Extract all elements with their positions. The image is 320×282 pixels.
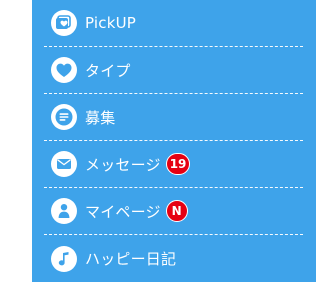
person-icon — [51, 198, 77, 224]
menu-item-pickup[interactable]: PickUP — [44, 0, 303, 47]
side-menu: PickUP タイプ 募集 メッセージ 19 マイページ N ハッピー日記 — [32, 0, 316, 282]
menu-item-label: メッセージ — [85, 155, 161, 174]
menu-item-label: タイプ — [85, 61, 131, 80]
heart-icon — [51, 57, 77, 83]
new-badge: N — [165, 200, 188, 222]
menu-item-label: ハッピー日記 — [85, 250, 177, 268]
side-menu-panel: PickUP タイプ 募集 メッセージ 19 マイページ N ハッピー日記 — [32, 0, 316, 282]
menu-item-mypage[interactable]: マイページ N — [44, 188, 303, 235]
menu-item-type[interactable]: タイプ — [44, 47, 303, 94]
lines-icon — [51, 104, 77, 130]
menu-item-label: マイページ — [85, 202, 161, 221]
menu-item-recruit[interactable]: 募集 — [44, 94, 303, 141]
envelope-icon — [51, 151, 77, 177]
menu-item-happy-diary[interactable]: ハッピー日記 — [44, 235, 303, 282]
unread-count-badge: 19 — [165, 153, 191, 175]
photo-heart-icon — [51, 10, 77, 36]
menu-item-label: 募集 — [85, 108, 116, 127]
menu-item-message[interactable]: メッセージ 19 — [44, 141, 303, 188]
music-note-icon — [51, 245, 77, 272]
menu-item-label: PickUP — [85, 14, 137, 32]
